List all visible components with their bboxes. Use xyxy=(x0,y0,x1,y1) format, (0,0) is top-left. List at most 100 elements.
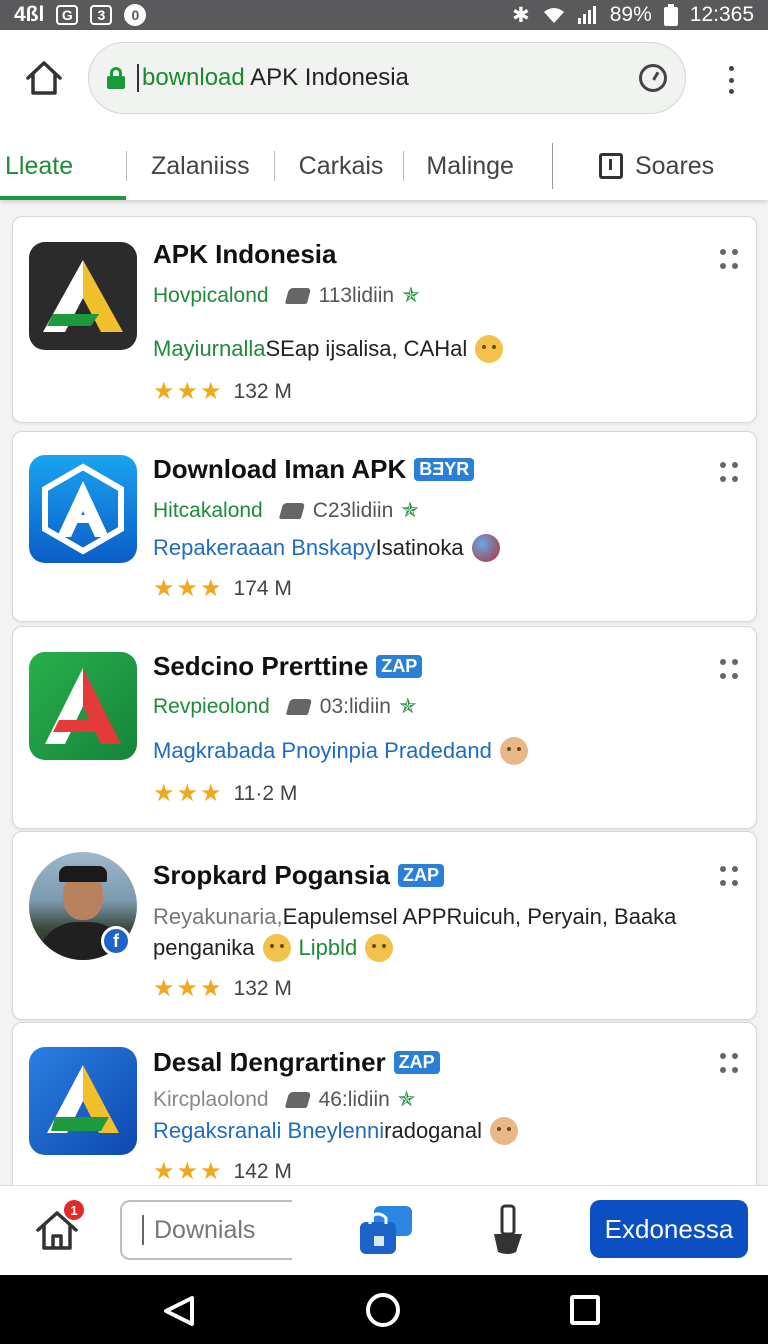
app-badge: ZAP xyxy=(397,864,444,887)
smiley-icon xyxy=(365,934,394,962)
app-description: Repakeraaan Bnskapy Isatinoka xyxy=(153,534,500,562)
status-left: 4ßl G 3 0 xyxy=(14,3,147,27)
tab-label: Carkais xyxy=(298,151,384,180)
bluetooth-icon: ✱ xyxy=(512,3,530,27)
notification-icon-3: 0 xyxy=(124,4,147,26)
desc-gray: Reyakunaria, xyxy=(153,904,283,929)
app-card[interactable]: APK Indonesia Hovpicalond 113lidiin ✯ Ma… xyxy=(12,216,757,423)
app-meta: Hovpicalond 113lidiin ✯ xyxy=(153,283,420,308)
app-meta: Hitcakalond C23lidiin ✯ xyxy=(153,498,419,523)
person-icon xyxy=(490,1117,519,1145)
person-icon xyxy=(499,737,528,765)
card-menu-icon[interactable] xyxy=(720,659,738,681)
smiley-icon xyxy=(475,335,504,363)
rating-value: 11·2 M xyxy=(233,781,298,805)
battery-icon xyxy=(663,4,678,26)
app-card[interactable]: f Sropkard Pogansia ZAP Reyakunaria, Eapu… xyxy=(12,831,757,1020)
bag-icon[interactable] xyxy=(356,1202,414,1258)
app-icon xyxy=(29,1047,137,1155)
graduation-icon xyxy=(285,698,312,715)
card-menu-icon[interactable] xyxy=(720,866,738,888)
home-nav-icon[interactable] xyxy=(366,1293,400,1327)
desc-rest: Eapulemsel APPRuicuh, Peryain, Baaka xyxy=(282,904,677,929)
app-publisher: Kircplaolond xyxy=(153,1087,269,1111)
app-meta: Kircplaolond 46:lidiin ✯ xyxy=(153,1087,415,1112)
share-icon xyxy=(598,153,623,179)
app-publisher: Hitcakalond xyxy=(153,498,263,522)
star-outline-icon: ✯ xyxy=(397,1088,416,1111)
desc-green: Mayiurnalla xyxy=(153,336,266,361)
desc-start: penganika xyxy=(153,935,255,960)
app-title[interactable]: Desal Ŋengrartiner ZAP xyxy=(153,1047,440,1078)
tab-lleate[interactable]: Lleate xyxy=(0,132,126,200)
app-title-text: Sropkard Pogansia xyxy=(153,860,390,890)
home-icon[interactable] xyxy=(24,58,64,98)
brush-icon[interactable] xyxy=(486,1204,530,1256)
app-title[interactable]: APK Indonesia xyxy=(153,239,336,270)
signal-text: 4ßl xyxy=(14,3,45,26)
graduation-icon xyxy=(284,287,311,304)
app-publisher: Hovpicalond xyxy=(153,283,269,307)
app-badge: BƎYR xyxy=(414,458,475,481)
smiley-icon xyxy=(262,934,291,962)
signal-icon xyxy=(577,6,596,24)
cta-button[interactable]: Exdonessa xyxy=(590,1200,748,1258)
tab-bar: Lleate Zalaniiss Carkais Malinge Soares xyxy=(0,132,768,200)
tab-malinge[interactable]: Malinge xyxy=(404,132,552,200)
desc-rest: SEap ijsalisa, CAHal xyxy=(265,336,468,361)
app-meta: Revpieolond 03:lidiin ✯ xyxy=(153,694,417,719)
android-nav-bar xyxy=(0,1275,768,1344)
downloads-text: Downials xyxy=(154,1215,256,1244)
app-publisher: Revpieolond xyxy=(153,694,270,718)
tab-label: Malinge xyxy=(426,151,514,180)
url-highlight: bownload xyxy=(142,63,245,91)
tab-carkais[interactable]: Carkais xyxy=(275,132,404,200)
app-title[interactable]: Sedcino Prerttine ZAP xyxy=(153,651,423,682)
app-downloads: 03:lidiin xyxy=(319,694,391,718)
app-card[interactable]: Desal Ŋengrartiner ZAP Kircplaolond 46:li… xyxy=(12,1022,757,1185)
app-rating: ★★★ 174 M xyxy=(153,574,292,603)
notification-icon: G xyxy=(56,5,79,25)
url-text[interactable]: bownload APK Indonesia xyxy=(137,64,631,93)
back-icon[interactable] xyxy=(160,1295,196,1327)
app-title-text: Download Iman APK xyxy=(153,454,407,484)
share-button[interactable]: Soares xyxy=(553,132,714,200)
timer-icon[interactable] xyxy=(639,64,667,92)
desc-green: Lipbld xyxy=(298,935,358,960)
app-rating: ★★★ 132 M xyxy=(153,974,292,1003)
stars-icon: ★★★ xyxy=(153,780,224,807)
app-card[interactable]: Download Iman APK BƎYR Hitcakalond C23lid… xyxy=(12,431,757,622)
battery-percent: 89% xyxy=(609,3,652,26)
card-menu-icon[interactable] xyxy=(720,249,738,271)
globe-icon xyxy=(471,534,500,562)
notification-icon-2: 3 xyxy=(90,5,113,25)
url-bar[interactable]: bownload APK Indonesia xyxy=(88,42,686,114)
app-card[interactable]: Sedcino Prerttine ZAP Revpieolond 03:lidi… xyxy=(12,626,757,829)
lock-icon xyxy=(107,67,125,89)
app-rating: ★★★ 11·2 M xyxy=(153,779,297,808)
recents-icon[interactable] xyxy=(570,1295,600,1325)
rating-value: 132 M xyxy=(233,379,292,403)
desc-blue: Regaksranali Bneylenni xyxy=(153,1118,385,1143)
star-outline-icon: ✯ xyxy=(398,695,417,718)
app-title-text: APK Indonesia xyxy=(153,239,337,269)
app-description: Reyakunaria, Eapulemsel APPRuicuh, Perya… xyxy=(153,904,676,930)
graduation-icon xyxy=(278,502,305,519)
app-title[interactable]: Sropkard Pogansia ZAP xyxy=(153,860,444,891)
more-vert-icon[interactable] xyxy=(726,66,736,94)
rating-value: 132 M xyxy=(233,976,292,1000)
downloads-field[interactable]: Downials xyxy=(120,1200,292,1260)
app-description: Magkrabada Pnoyinpia Pradedand xyxy=(153,737,528,765)
app-rating: ★★★ 142 M xyxy=(153,1157,292,1185)
facebook-icon: f xyxy=(101,926,131,956)
desc-blue: Magkrabada Pnoyinpia Pradedand xyxy=(153,738,492,763)
card-menu-icon[interactable] xyxy=(720,462,738,484)
share-label: Soares xyxy=(634,151,715,180)
star-outline-icon: ✯ xyxy=(402,284,420,307)
app-title[interactable]: Download Iman APK BƎYR xyxy=(153,454,475,485)
desc-blue: Repakeraaan Bnskapy xyxy=(153,535,376,560)
status-bar: 4ßl G 3 0 ✱ 89% 12:365 xyxy=(0,0,768,30)
app-description-2: penganika Lipbld xyxy=(153,934,394,962)
tab-zalaniiss[interactable]: Zalaniiss xyxy=(127,132,274,200)
card-menu-icon[interactable] xyxy=(720,1053,738,1075)
